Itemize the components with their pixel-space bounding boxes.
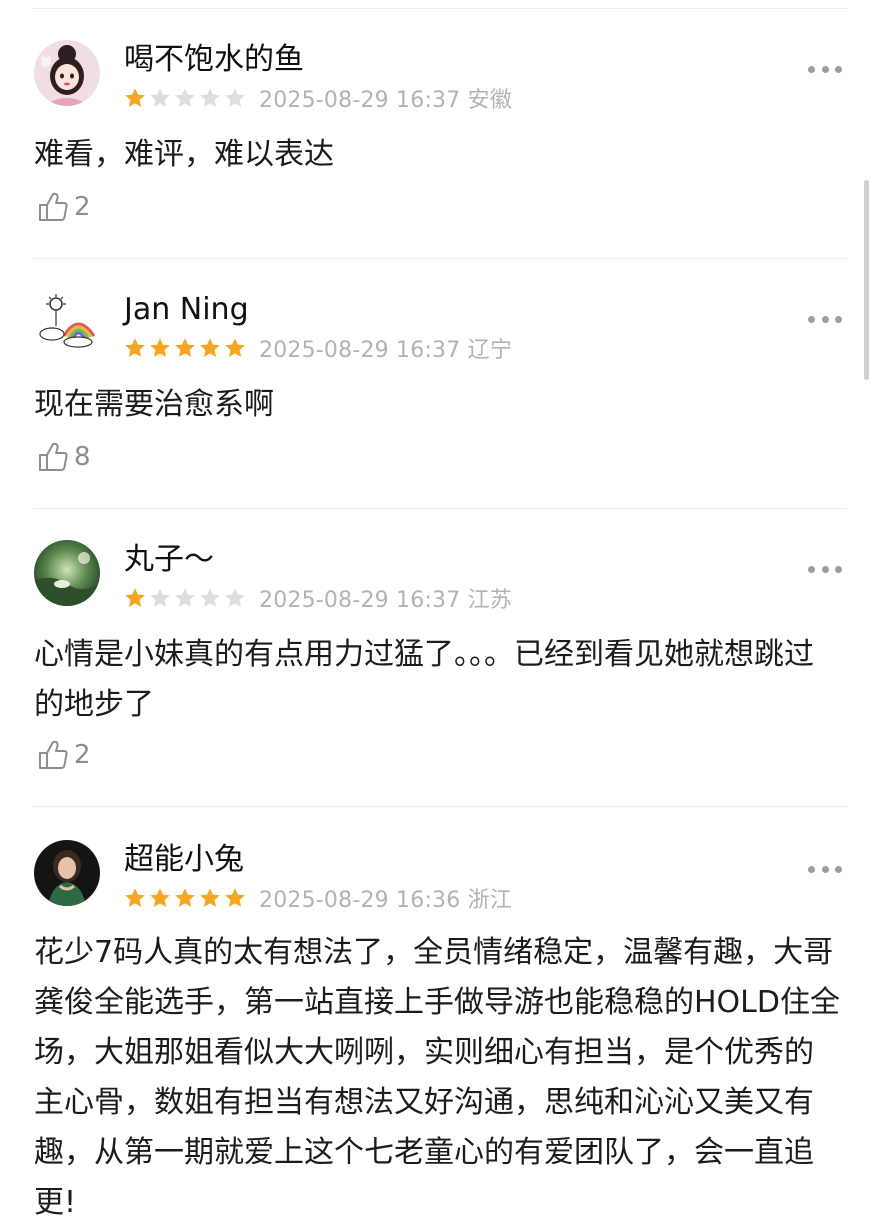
more-options-button[interactable] (808, 562, 842, 576)
star-empty-icon (225, 588, 245, 607)
avatar[interactable] (34, 540, 100, 606)
star-filled-icon (200, 338, 220, 357)
avatar[interactable] (34, 40, 100, 106)
more-dots-icon (808, 65, 815, 73)
comment-meta: 2025-08-29 16:37 辽宁 (123, 334, 513, 363)
username[interactable]: 超能小兔 (124, 842, 244, 878)
more-options-button[interactable] (808, 62, 842, 76)
more-dots-icon (808, 315, 815, 323)
star-empty-icon (200, 88, 220, 107)
scrollbar[interactable] (864, 180, 869, 380)
comment-meta: 2025-08-29 16:36 浙江 (123, 884, 513, 913)
avatar-forest-image (34, 540, 100, 606)
username[interactable]: 丸子～ (124, 542, 214, 578)
timestamp-location: 2025-08-29 16:37 江苏 (259, 588, 513, 613)
star-empty-icon (150, 88, 170, 107)
thumbs-up-icon (39, 442, 68, 471)
star-rating (123, 86, 247, 110)
star-filled-icon (125, 88, 145, 107)
star-empty-icon (150, 588, 170, 607)
star-empty-icon (175, 588, 195, 607)
like-button[interactable]: 2 (36, 190, 91, 224)
timestamp-location: 2025-08-29 16:36 浙江 (259, 888, 513, 913)
star-filled-icon (225, 338, 245, 357)
comment-meta: 2025-08-29 16:37 江苏 (123, 584, 513, 613)
thumbs-up-icon (39, 192, 68, 221)
comment-text: 心情是小妹真的有点用力过猛了。。。已经到看见她就想跳过的地步了 (34, 637, 814, 722)
star-filled-icon (125, 588, 145, 607)
divider (33, 806, 847, 807)
star-filled-icon (175, 888, 195, 907)
star-filled-icon (125, 888, 145, 907)
like-count: 2 (74, 740, 91, 770)
star-empty-icon (175, 88, 195, 107)
star-rating (123, 336, 247, 360)
more-dots-icon (808, 565, 815, 573)
more-dots-icon (808, 865, 815, 873)
avatar[interactable] (34, 290, 100, 356)
comment-item: 喝不饱水的鱼 2025-08-29 16:37 安徽 难看，难评，难以表达 2 (0, 40, 877, 250)
username[interactable]: Jan Ning (124, 292, 249, 328)
avatar-rainbow-doodle-image (34, 290, 100, 356)
comment-item: 超能小兔 2025-08-29 16:36 浙江 花少7码人真的太有想法了，全员… (0, 840, 877, 1226)
more-options-button[interactable] (808, 862, 842, 876)
star-rating (123, 586, 247, 610)
star-filled-icon (150, 338, 170, 357)
star-empty-icon (225, 88, 245, 107)
like-button[interactable]: 8 (36, 440, 91, 474)
thumbs-up-icon (39, 740, 68, 769)
more-options-button[interactable] (808, 312, 842, 326)
star-empty-icon (200, 588, 220, 607)
star-filled-icon (200, 888, 220, 907)
avatar-portrait-image (34, 840, 100, 906)
like-button[interactable]: 2 (36, 738, 91, 772)
star-filled-icon (225, 888, 245, 907)
comment-text: 难看，难评，难以表达 (34, 137, 334, 172)
like-count: 2 (74, 192, 91, 222)
avatar[interactable] (34, 840, 100, 906)
comment-text: 现在需要治愈系啊 (34, 387, 274, 422)
like-count: 8 (74, 442, 91, 472)
username[interactable]: 喝不饱水的鱼 (124, 42, 304, 78)
star-filled-icon (125, 338, 145, 357)
comment-item: 丸子～ 2025-08-29 16:37 江苏 心情是小妹真的有点用力过猛了。。… (0, 540, 877, 800)
timestamp-location: 2025-08-29 16:37 辽宁 (259, 338, 513, 363)
top-divider (33, 8, 847, 9)
star-filled-icon (150, 888, 170, 907)
comment-item: Jan Ning 2025-08-29 16:37 辽宁 现在需要治愈系啊 8 (0, 290, 877, 500)
comment-meta: 2025-08-29 16:37 安徽 (123, 84, 513, 113)
divider (33, 508, 847, 509)
comment-text: 花少7码人真的太有想法了，全员情绪稳定，温馨有趣，大哥龚俊全能选手，第一站直接上… (34, 935, 840, 1220)
avatar-cartoon-girl-image (34, 40, 100, 106)
star-rating (123, 886, 247, 910)
divider (33, 258, 847, 259)
star-filled-icon (175, 338, 195, 357)
timestamp-location: 2025-08-29 16:37 安徽 (259, 88, 513, 113)
